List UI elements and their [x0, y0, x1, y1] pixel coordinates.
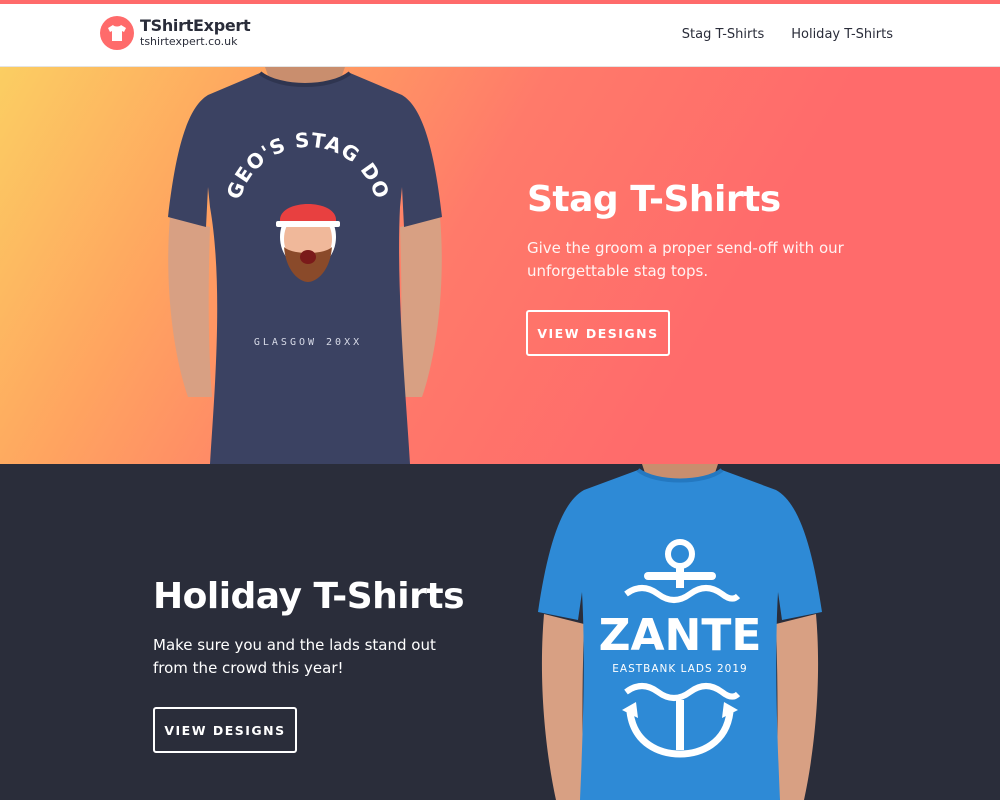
- stag-view-designs-button[interactable]: VIEW DESIGNS: [526, 310, 670, 356]
- stag-hero-section: GEO'S STAG DO GLASGOW 20XX Stag T-Shirts…: [0, 67, 1000, 464]
- brand-name: TShirtExpert: [140, 16, 251, 35]
- holiday-view-designs-button[interactable]: VIEW DESIGNS: [153, 707, 297, 753]
- stag-description: Give the groom a proper send-off with ou…: [527, 239, 844, 280]
- stag-tshirt-image: GEO'S STAG DO GLASGOW 20XX: [168, 67, 442, 464]
- nav-link-holiday-tshirts[interactable]: Holiday T-Shirts: [791, 27, 893, 42]
- holiday-print-main: ZANTE: [599, 610, 762, 661]
- stag-title: Stag T-Shirts: [527, 179, 781, 220]
- holiday-tshirt-image: ZANTE EASTBANK LADS 2019: [538, 464, 822, 800]
- holiday-title: Holiday T-Shirts: [153, 576, 465, 617]
- nav-link-stag-tshirts[interactable]: Stag T-Shirts: [682, 27, 764, 42]
- holiday-hero-section: Holiday T-Shirts Make sure you and the l…: [0, 464, 1000, 800]
- holiday-print-sub: EASTBANK LADS 2019: [612, 663, 747, 675]
- header: TShirtExpert tshirtexpert.co.uk Stag T-S…: [0, 4, 1000, 67]
- brand-domain: tshirtexpert.co.uk: [140, 35, 238, 48]
- main-nav: Stag T-Shirts Holiday T-Shirts: [682, 27, 893, 42]
- brand-logo-link[interactable]: TShirtExpert tshirtexpert.co.uk: [100, 16, 251, 50]
- holiday-description: Make sure you and the lads stand out fro…: [153, 636, 436, 677]
- tshirt-logo-icon: [100, 16, 134, 50]
- stag-print-bottom: GLASGOW 20XX: [254, 337, 362, 348]
